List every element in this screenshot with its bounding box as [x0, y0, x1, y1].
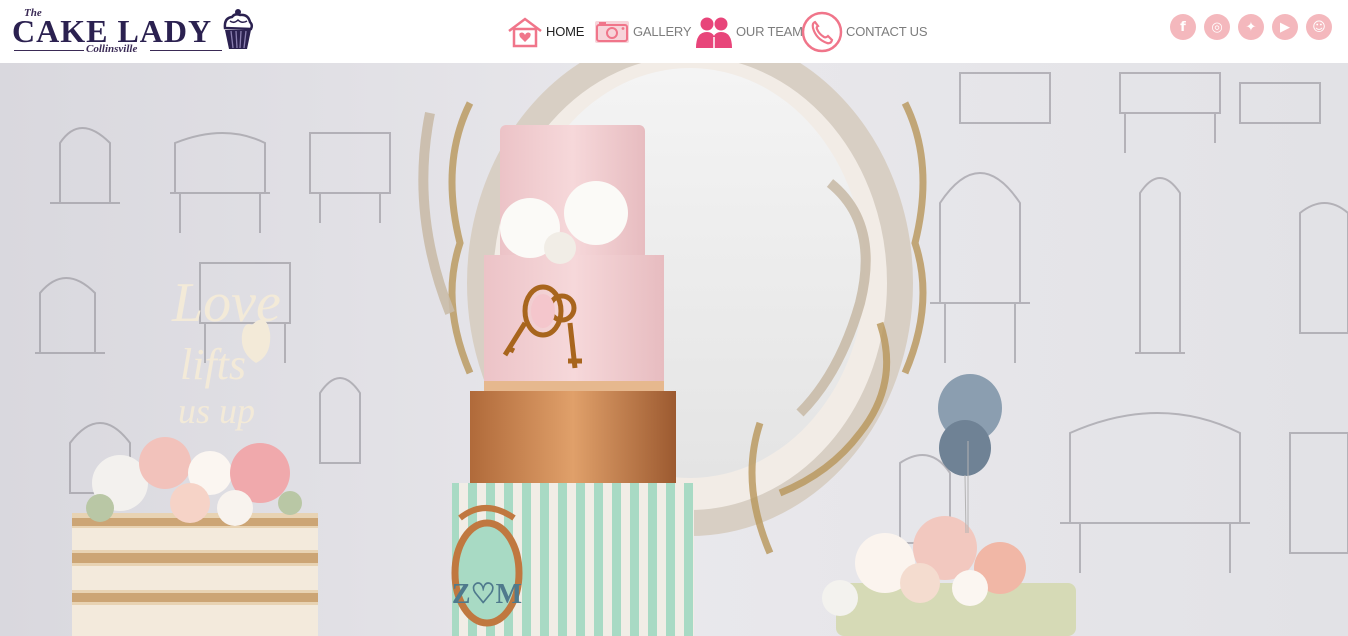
- nav-item-home-label: HOME: [546, 24, 585, 39]
- hero-cakes-photo: Love lifts us up Z♡M: [0, 63, 1348, 636]
- twitter-icon[interactable]: ✦: [1238, 14, 1264, 40]
- logo-rule-left: [14, 50, 84, 51]
- hero-image: Love lifts us up Z♡M: [0, 63, 1348, 636]
- logo-location-text: Collinsville: [86, 43, 138, 55]
- twitter-glyph: ✦: [1245, 19, 1257, 35]
- nav-item-team[interactable]: OUR TEAM: [695, 0, 803, 63]
- phone-icon: [801, 11, 843, 52]
- topper-line-2: lifts: [180, 340, 246, 389]
- topper-line-3: us up: [178, 391, 255, 431]
- nav-item-contact-label: CONTACT US: [846, 24, 928, 39]
- nav-item-gallery[interactable]: GALLERY: [594, 0, 692, 63]
- instagram-icon[interactable]: ◎: [1204, 14, 1230, 40]
- instagram-glyph: ◎: [1211, 19, 1223, 35]
- monogram-text: Z♡M: [452, 579, 522, 610]
- nav-item-home[interactable]: HOME: [507, 0, 584, 63]
- logo-rule-right: [150, 50, 222, 51]
- facebook-icon[interactable]: f: [1170, 14, 1196, 40]
- nav-item-team-label: OUR TEAM: [736, 24, 803, 39]
- house-heart-icon: [508, 16, 542, 47]
- snapchat-icon[interactable]: ☺: [1306, 14, 1332, 40]
- snapchat-glyph: ☺: [1312, 19, 1326, 35]
- facebook-glyph: f: [1180, 19, 1186, 35]
- nav-item-gallery-label: GALLERY: [633, 24, 692, 39]
- youtube-icon[interactable]: ▶: [1272, 14, 1298, 40]
- social-links: f ◎ ✦ ▶ ☺: [1170, 14, 1340, 40]
- camera-icon: [595, 20, 629, 43]
- nav-item-contact[interactable]: CONTACT US: [801, 0, 928, 63]
- people-icon: [696, 17, 732, 48]
- youtube-glyph: ▶: [1280, 19, 1290, 35]
- site-header: The CAKE LADY Collinsville HOME GALLERY …: [0, 0, 1348, 63]
- cupcake-icon: [223, 9, 254, 49]
- site-logo[interactable]: The CAKE LADY Collinsville: [10, 6, 255, 56]
